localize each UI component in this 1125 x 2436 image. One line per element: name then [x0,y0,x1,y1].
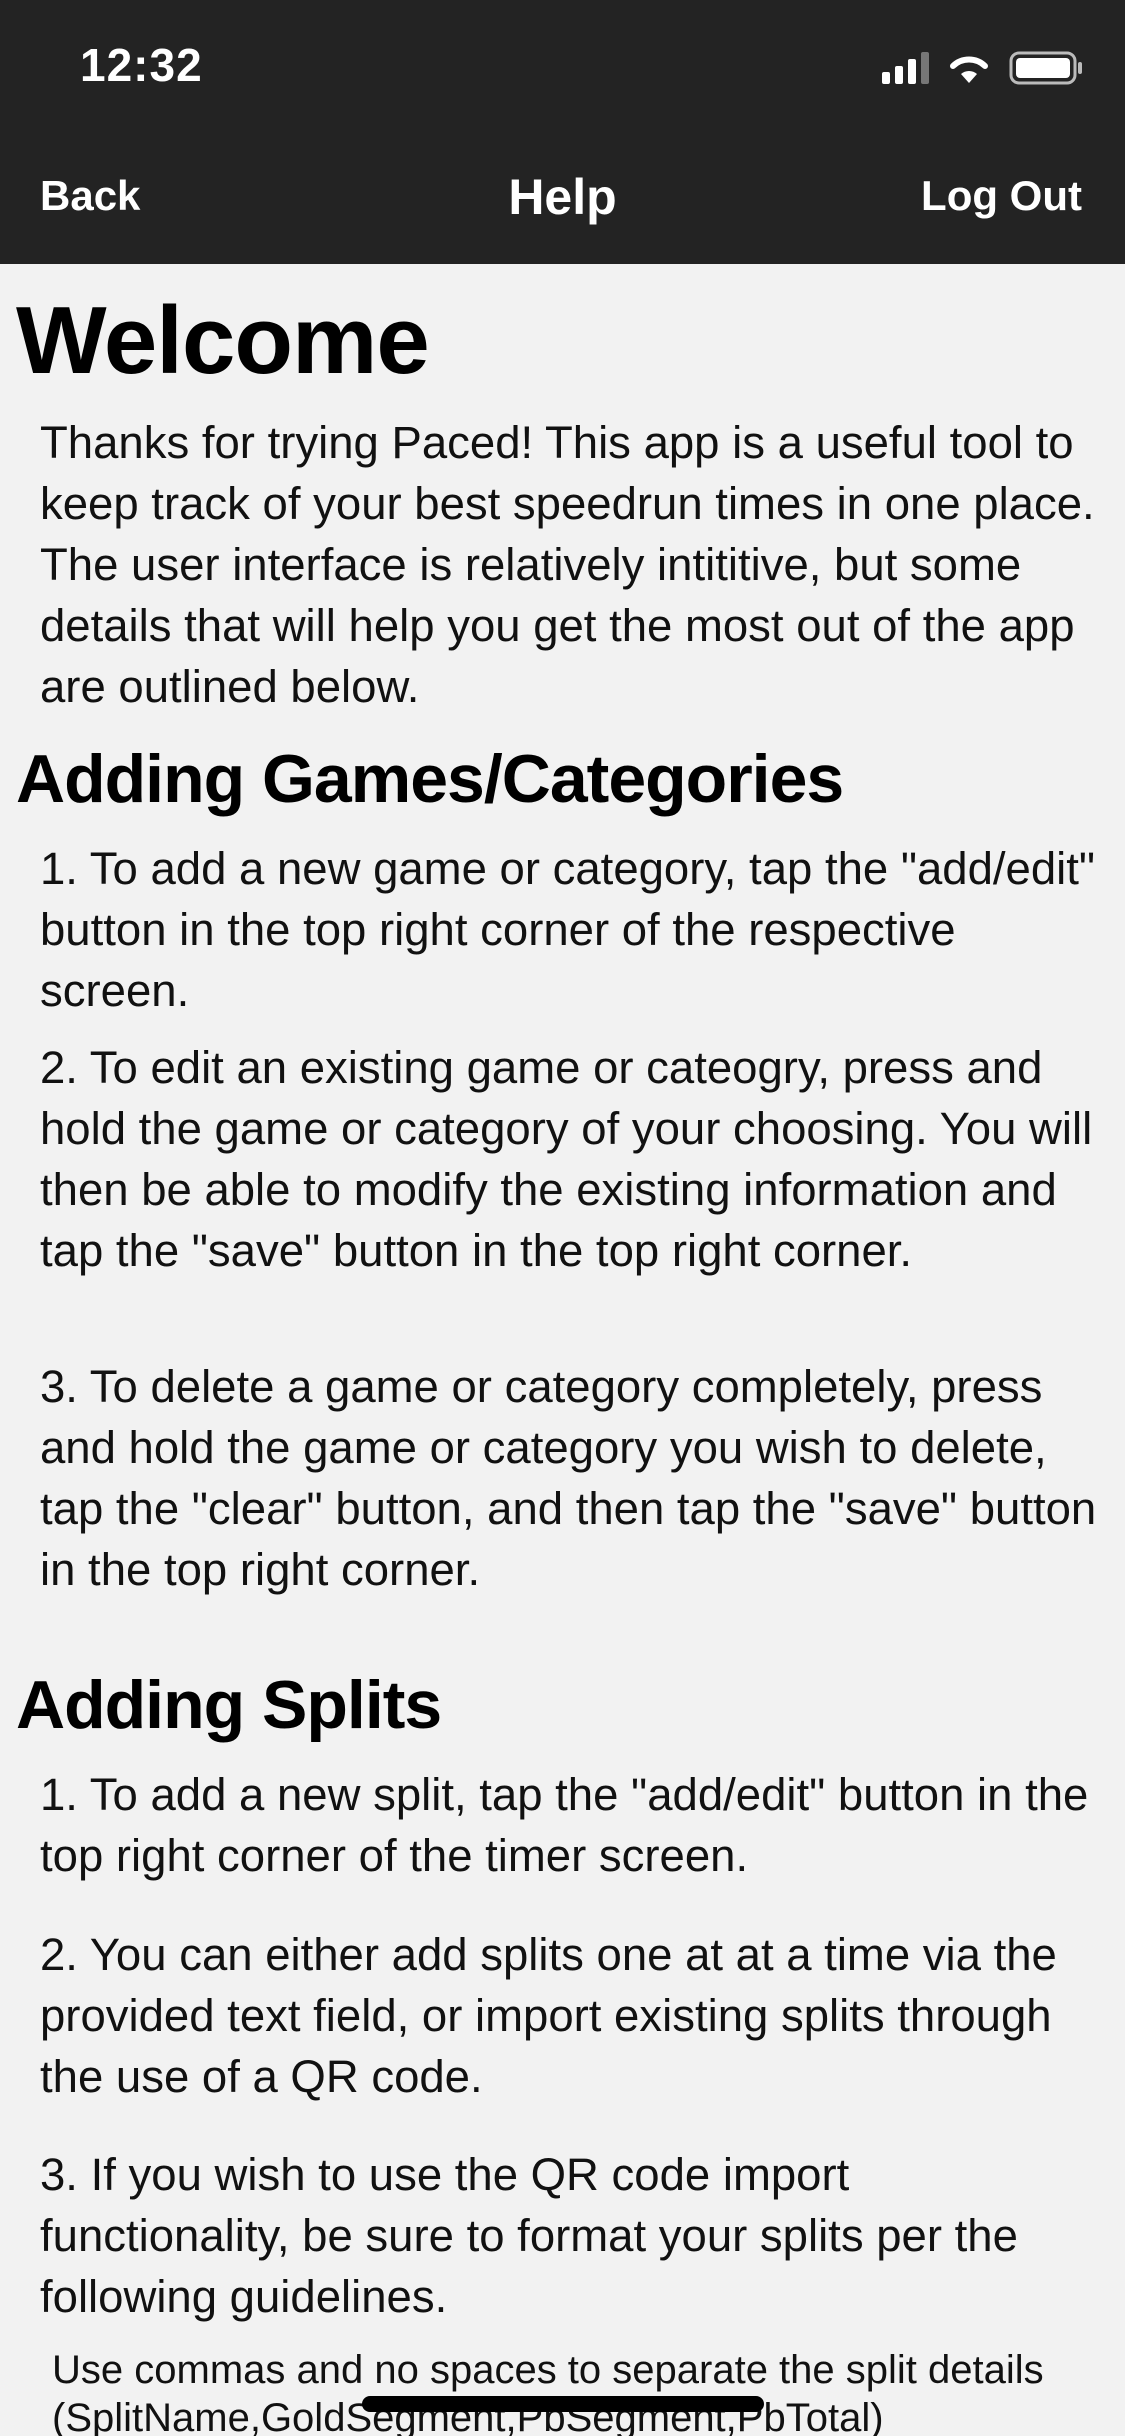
splits-step-3: 3. If you wish to use the QR code import… [40,2149,1018,2322]
games-step-1: 1. To add a new game or category, tap th… [40,843,1096,1016]
split-format-note: Use commas and no spaces to separate the… [52,2348,1044,2436]
home-indicator[interactable] [362,2396,764,2412]
welcome-text: Thanks for trying Paced! This app is a u… [40,417,1095,712]
games-step-2: 2. To edit an existing game or cateogry,… [40,1042,1093,1276]
status-icons [882,48,1083,88]
battery-icon [1009,51,1082,85]
status-time: 12:32 [80,39,203,91]
games-heading: Adding Games/Categories [16,741,844,817]
logout-button[interactable]: Log Out [921,172,1082,220]
wifi-icon [950,56,988,83]
top-bar: 12:32 Back Help Log Out [0,0,1125,264]
splits-step-1: 1. To add a new split, tap the "add/edit… [40,1769,1089,1881]
splits-step-2: 2. You can either add splits one at at a… [40,1929,1057,2102]
cellular-signal-icon [882,52,929,84]
splits-heading: Adding Splits [16,1667,442,1743]
help-content[interactable]: Welcome Thanks for trying Paced! This ap… [0,264,1125,2436]
games-step-3: 3. To delete a game or category complete… [40,1361,1097,1595]
welcome-heading: Welcome [16,287,430,394]
